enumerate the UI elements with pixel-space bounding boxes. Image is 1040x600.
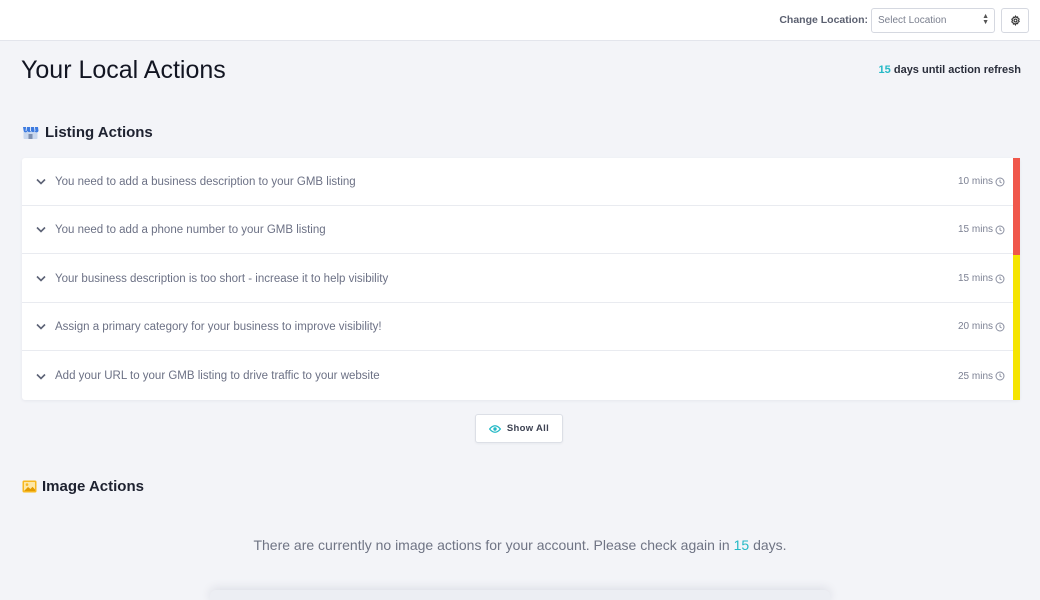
action-time-value: 10 mins	[957, 176, 993, 187]
action-time: 20 mins	[958, 321, 1005, 332]
action-text: Add your URL to your GMB listing to driv…	[55, 370, 380, 382]
action-row[interactable]: Add your URL to your GMB listing to driv…	[22, 352, 1013, 400]
action-time-value: 25 mins	[957, 370, 993, 382]
clock-icon	[995, 177, 1005, 186]
action-row[interactable]: Your business description is too short -…	[22, 255, 1013, 303]
show-all-label: Show All	[506, 423, 550, 434]
clock-icon	[995, 322, 1005, 331]
image-actions-heading: Image Actions	[22, 478, 144, 495]
chevron-down-icon[interactable]	[22, 323, 55, 330]
gear-icon	[1010, 14, 1020, 26]
priority-bar-high	[1013, 158, 1020, 255]
chevron-down-icon[interactable]	[22, 373, 55, 380]
action-time-value: 20 mins	[957, 321, 993, 332]
priority-bar-medium	[1013, 255, 1020, 400]
empty-message-prefix: There are currently no image actions for…	[253, 537, 734, 553]
listing-actions-title: Listing Actions	[45, 124, 153, 141]
action-row[interactable]: You need to add a phone number to your G…	[22, 206, 1013, 254]
action-row[interactable]: Assign a primary category for your busin…	[22, 303, 1013, 351]
action-text: You need to add a phone number to your G…	[55, 223, 326, 236]
action-time: 10 mins	[958, 176, 1005, 187]
refresh-text: days until action refresh	[890, 64, 1021, 76]
listing-actions-list: You need to add a business description t…	[22, 158, 1020, 400]
action-time-value: 15 mins	[957, 224, 993, 235]
select-caret-icon: ▲ ▼	[982, 13, 989, 26]
location-select-placeholder: Select Location	[878, 14, 947, 26]
chevron-down-icon[interactable]	[22, 275, 55, 282]
action-text: Your business description is too short -…	[55, 272, 389, 285]
action-time-value: 15 mins	[957, 273, 993, 284]
action-row[interactable]: You need to add a business description t…	[22, 158, 1013, 206]
action-time: 15 mins	[958, 224, 1005, 235]
change-location-label: Change Location:	[779, 14, 868, 26]
empty-message-suffix: days.	[749, 537, 787, 553]
listing-actions-heading: Listing Actions	[22, 124, 153, 141]
clock-icon	[995, 225, 1005, 234]
top-bar: Change Location: Select Location ▲ ▼	[0, 0, 1040, 41]
chevron-down-icon[interactable]	[22, 178, 55, 185]
action-text: You need to add a business description t…	[55, 175, 356, 188]
storefront-icon	[23, 126, 39, 139]
settings-button[interactable]	[1001, 7, 1029, 33]
eye-icon	[488, 424, 501, 433]
empty-message-days: 15	[733, 537, 750, 553]
show-all-button[interactable]: Show All	[475, 414, 563, 443]
image-actions-title: Image Actions	[42, 478, 144, 495]
image-icon	[22, 480, 37, 493]
clock-icon	[995, 274, 1005, 283]
card-edge	[210, 590, 830, 600]
location-select[interactable]: Select Location ▲ ▼	[871, 7, 995, 33]
refresh-countdown: 15 days until action refresh	[879, 64, 1021, 76]
action-time: 15 mins	[958, 273, 1005, 284]
action-text: Assign a primary category for your busin…	[55, 320, 382, 333]
page-title: Your Local Actions	[21, 56, 226, 84]
clock-icon	[995, 371, 1005, 381]
chevron-down-icon[interactable]	[22, 226, 55, 233]
refresh-days: 15	[878, 64, 891, 76]
image-actions-empty-message: There are currently no image actions for…	[0, 537, 1040, 553]
action-time: 25 mins	[958, 371, 1005, 382]
